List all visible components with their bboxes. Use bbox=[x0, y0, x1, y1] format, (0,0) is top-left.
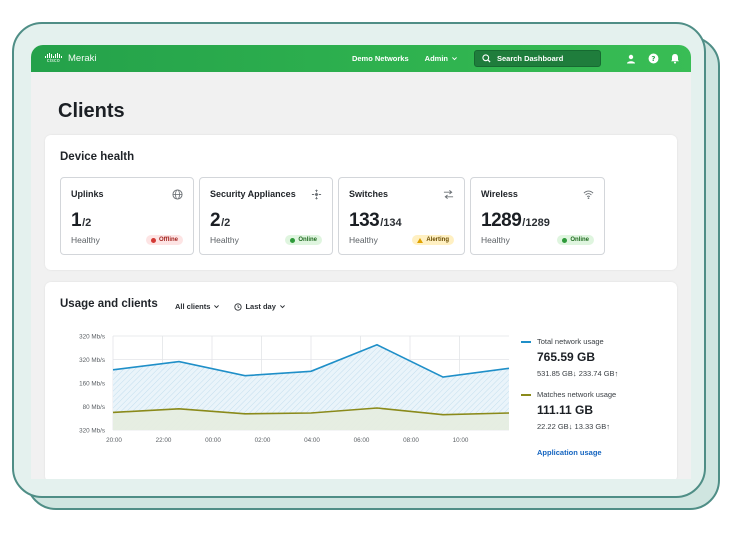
svg-text:?: ? bbox=[651, 54, 655, 63]
tile-name: Uplinks bbox=[71, 189, 104, 199]
status-badge: Online bbox=[557, 235, 594, 245]
tile-count: 1 bbox=[71, 210, 82, 231]
notification-bell-icon[interactable] bbox=[669, 53, 681, 65]
page-title: Clients bbox=[58, 100, 125, 122]
tile-total: /2 bbox=[221, 217, 231, 229]
status-badge: Offline bbox=[146, 235, 183, 245]
y-tick-label: 320 Mb/s bbox=[79, 334, 105, 341]
x-tick-label: 10:00 bbox=[453, 437, 469, 444]
search-icon bbox=[482, 54, 491, 63]
status-badge: Alerting bbox=[412, 235, 454, 245]
tile-total: /134 bbox=[380, 217, 402, 229]
admin-menu[interactable]: Admin bbox=[425, 54, 458, 63]
usage-and-clients-card: Usage and clients All clients Last day 3… bbox=[45, 282, 677, 479]
x-tick-label: 06:00 bbox=[354, 437, 370, 444]
device-health-title: Device health bbox=[60, 151, 135, 163]
chevron-down-icon bbox=[452, 57, 457, 61]
wifi-icon bbox=[583, 190, 594, 199]
top-navigation-bar: cisco Meraki Demo Networks Admin Search … bbox=[31, 45, 691, 72]
tile-name: Security Appliances bbox=[210, 189, 296, 199]
cisco-logo-icon: cisco bbox=[45, 53, 62, 64]
appliance-icon bbox=[311, 189, 322, 200]
time-filter-dropdown[interactable]: Last day bbox=[234, 302, 285, 311]
status-badge-text: Offline bbox=[159, 237, 178, 243]
tile-total: /2 bbox=[82, 217, 92, 229]
y-tick-label: 320 Mb/s bbox=[79, 428, 105, 435]
search-placeholder: Search Dashboard bbox=[497, 54, 564, 63]
clients-filter-label: All clients bbox=[175, 302, 211, 311]
status-dot-icon bbox=[151, 237, 156, 243]
legend-sub: 531.85 GB↓ 233.74 GB↑ bbox=[537, 369, 619, 378]
tile-name: Wireless bbox=[481, 189, 518, 199]
y-tick-label: 320 Mb/s bbox=[79, 357, 105, 364]
legend-label: Matches network usage bbox=[537, 390, 617, 399]
x-tick-label: 08:00 bbox=[403, 437, 419, 444]
clock-icon bbox=[234, 302, 243, 311]
admin-label: Admin bbox=[424, 54, 448, 63]
tile-total: /1289 bbox=[522, 217, 550, 229]
chevron-down-icon bbox=[214, 305, 220, 309]
tile-status-label: Healthy bbox=[349, 235, 378, 245]
legend-matches: Matches network usage 111.11 GB 22.22 GB… bbox=[521, 390, 671, 431]
x-tick-label: 04:00 bbox=[304, 437, 320, 444]
user-icon[interactable] bbox=[625, 53, 637, 65]
chart-legend: Total network usage 765.59 GB 531.85 GB↓… bbox=[521, 337, 671, 457]
clients-filter-dropdown[interactable]: All clients bbox=[175, 302, 220, 311]
legend-label: Total network usage bbox=[537, 337, 604, 346]
tile-security-appliances[interactable]: Security Appliances 2/2 Healthy Online bbox=[199, 177, 333, 255]
y-tick-label: 160 Mb/s bbox=[79, 381, 105, 388]
legend-sub: 22.22 GB↓ 13.33 GB↑ bbox=[537, 422, 610, 431]
demo-networks-label: Demo Networks bbox=[351, 54, 409, 63]
tile-count: 2 bbox=[210, 210, 221, 231]
tile-status-label: Healthy bbox=[210, 235, 239, 245]
check-icon bbox=[290, 237, 296, 243]
legend-value: 111.11 GB bbox=[537, 403, 594, 417]
check-icon bbox=[562, 237, 568, 243]
tile-switches[interactable]: Switches 133/134 Healthy Alerting bbox=[338, 177, 465, 255]
tile-count: 133 bbox=[349, 210, 380, 231]
product-name: Meraki bbox=[68, 53, 97, 64]
meraki-logo[interactable]: cisco Meraki bbox=[45, 53, 97, 64]
warning-icon bbox=[417, 237, 424, 243]
device-health-card: Device health Uplinks 1/2 Healthy Offlin… bbox=[45, 135, 677, 270]
tile-uplinks[interactable]: Uplinks 1/2 Healthy Offline bbox=[60, 177, 194, 255]
status-badge-text: Online bbox=[570, 237, 589, 243]
cisco-wordmark: cisco bbox=[47, 58, 60, 64]
x-tick-label: 20:00 bbox=[106, 437, 122, 444]
globe-icon bbox=[172, 189, 183, 200]
y-tick-label: 80 Mb/s bbox=[83, 404, 105, 411]
tile-wireless[interactable]: Wireless 1289/1289 Healthy Online bbox=[470, 177, 605, 255]
legend-value: 765.59 GB bbox=[537, 350, 596, 364]
time-filter-label: Last day bbox=[245, 302, 276, 311]
status-badge-text: Online bbox=[298, 237, 317, 243]
status-badge: Online bbox=[285, 235, 322, 245]
legend-swatch bbox=[521, 340, 531, 343]
x-tick-label: 00:00 bbox=[205, 437, 221, 444]
usage-chart: 320 Mb/s320 Mb/s160 Mb/s80 Mb/s320 Mb/s … bbox=[79, 334, 510, 444]
application-usage-link[interactable]: Application usage bbox=[537, 448, 671, 457]
x-tick-label: 22:00 bbox=[156, 437, 172, 444]
usage-title: Usage and clients bbox=[60, 298, 158, 310]
status-badge-text: Alerting bbox=[426, 237, 449, 243]
tile-count: 1289 bbox=[481, 210, 522, 231]
demo-networks-link[interactable]: Demo Networks bbox=[352, 54, 409, 63]
help-icon[interactable]: ? bbox=[647, 53, 659, 65]
tile-status-label: Healthy bbox=[71, 235, 100, 245]
tile-name: Switches bbox=[349, 189, 389, 199]
legend-swatch bbox=[521, 393, 531, 396]
switch-icon bbox=[443, 190, 454, 199]
search-dashboard-input[interactable]: Search Dashboard bbox=[474, 50, 601, 67]
x-tick-label: 02:00 bbox=[255, 437, 271, 444]
dashboard-window: cisco Meraki Demo Networks Admin Search … bbox=[31, 45, 691, 479]
chevron-down-icon bbox=[279, 305, 285, 309]
legend-total: Total network usage 765.59 GB 531.85 GB↓… bbox=[521, 337, 671, 378]
tile-status-label: Healthy bbox=[481, 235, 510, 245]
